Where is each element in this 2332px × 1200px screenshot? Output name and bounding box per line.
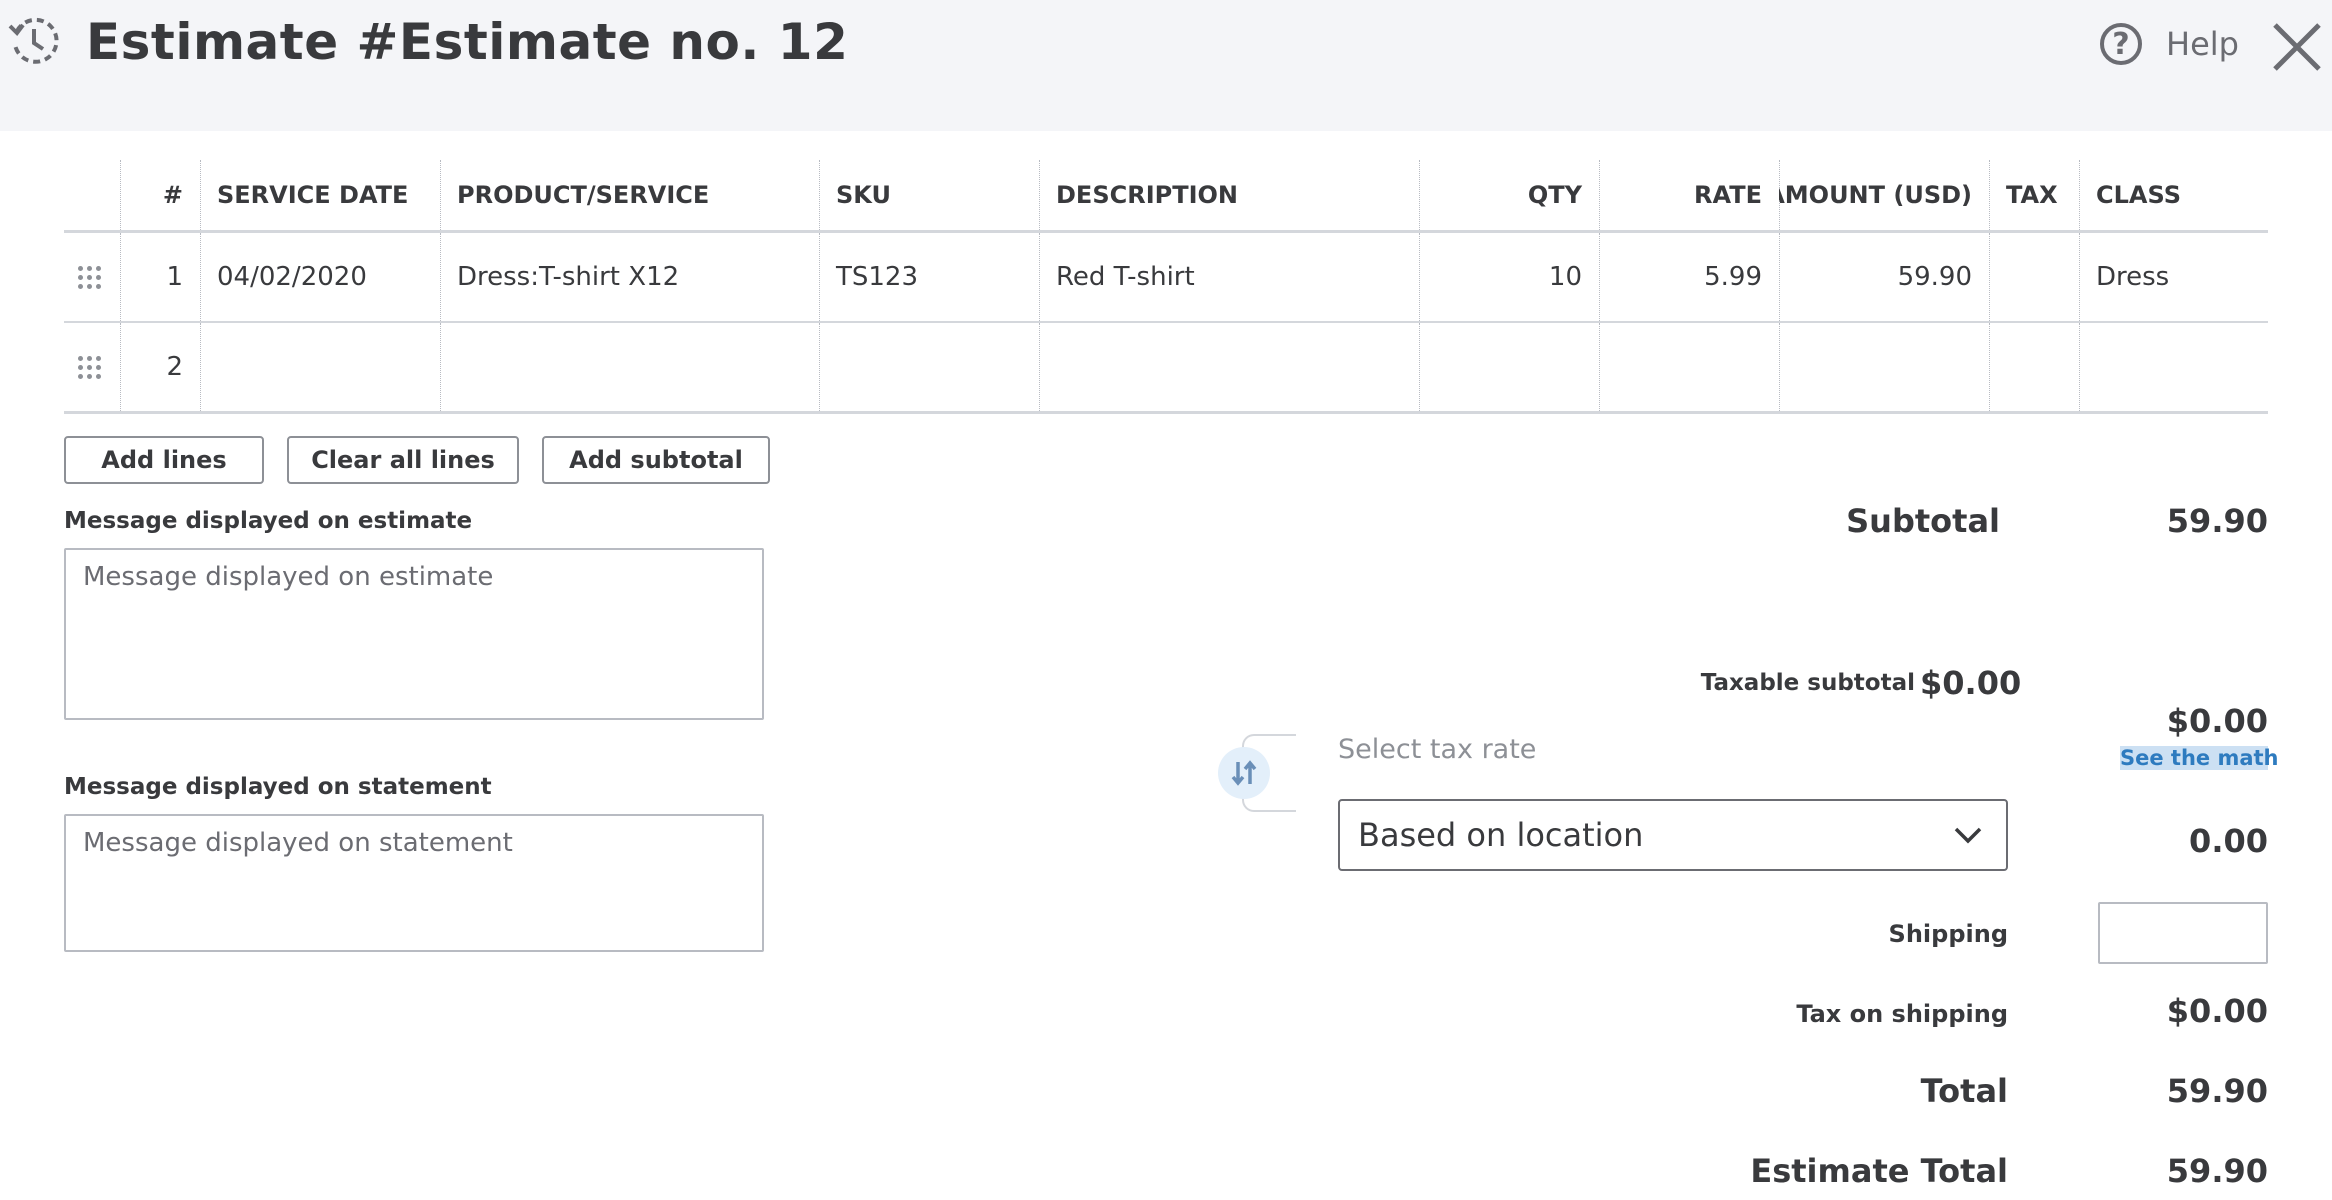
add-lines-button[interactable]: Add lines [64, 436, 264, 484]
help-button[interactable]: ? Help [2100, 18, 2239, 70]
total-value: 59.90 [2166, 1072, 2268, 1110]
column-header-number: # [162, 181, 183, 209]
taxable-subtotal-label: Taxable subtotal [1700, 670, 1915, 696]
tax-cell[interactable] [1989, 323, 2079, 411]
class-cell[interactable]: Dress [2079, 233, 2268, 321]
class-cell[interactable] [2079, 323, 2268, 411]
column-header-description: DESCRIPTION [1056, 181, 1239, 209]
chevron-down-icon [1954, 827, 1982, 844]
estimate-total-label: Estimate Total [1750, 1152, 2008, 1190]
estimate-total-value: 59.90 [2166, 1152, 2268, 1190]
shipping-input[interactable] [2098, 902, 2268, 964]
column-header-qty: QTY [1527, 181, 1582, 209]
column-header-sku: SKU [836, 181, 891, 209]
description-cell[interactable]: Red T-shirt [1039, 233, 1419, 321]
table-row[interactable]: 2 [64, 323, 2268, 414]
column-header-tax: TAX [2006, 181, 2058, 209]
estimate-message-label: Message displayed on estimate [64, 508, 473, 534]
total-label: Total [1920, 1072, 2008, 1110]
service-date-cell[interactable]: 04/02/2020 [200, 233, 440, 321]
subtotal-value: 59.90 [2166, 502, 2268, 540]
column-header-rate: RATE [1694, 181, 1762, 209]
table-row[interactable]: 1 04/02/2020 Dress:T-shirt X12 TS123 Red… [64, 233, 2268, 323]
service-date-cell[interactable] [200, 323, 440, 411]
see-the-math-link[interactable]: See the math [2120, 746, 2279, 770]
history-icon[interactable] [7, 14, 61, 68]
shipping-label: Shipping [1888, 920, 2008, 948]
column-header-product-service: PRODUCT/SERVICE [457, 181, 710, 209]
tax-rate-selected: Based on location [1358, 816, 1644, 854]
column-header-class: CLASS [2096, 181, 2181, 209]
subtotal-label: Subtotal [1846, 502, 2000, 540]
qty-cell[interactable] [1419, 323, 1599, 411]
product-service-cell[interactable] [440, 323, 819, 411]
rate-cell[interactable] [1599, 323, 1779, 411]
tax-rate-dropdown[interactable]: Based on location [1338, 799, 2008, 871]
clear-all-lines-button[interactable]: Clear all lines [287, 436, 519, 484]
select-tax-rate-label: Select tax rate [1338, 734, 1537, 765]
amount-cell[interactable] [1779, 323, 1989, 411]
tax-on-shipping-label: Tax on shipping [1796, 1000, 2008, 1028]
tax-amount-value: $0.00 [2166, 702, 2268, 740]
tax-value: 0.00 [2189, 822, 2268, 860]
page-header: Estimate #Estimate no. 12 ? Help [0, 0, 2332, 131]
table-header: # SERVICE DATE PRODUCT/SERVICE SKU DESCR… [64, 160, 2268, 233]
product-service-cell[interactable]: Dress:T-shirt X12 [440, 233, 819, 321]
close-icon[interactable] [2272, 22, 2322, 72]
row-number: 1 [166, 262, 183, 292]
qty-cell[interactable]: 10 [1419, 233, 1599, 321]
taxable-subtotal-value: $0.00 [1920, 664, 2022, 702]
description-cell[interactable] [1039, 323, 1419, 411]
help-label: Help [2166, 25, 2239, 63]
estimate-message-field[interactable] [64, 548, 764, 720]
help-icon: ? [2100, 23, 2142, 65]
sku-cell[interactable] [819, 323, 1039, 411]
statement-message-label: Message displayed on statement [64, 774, 492, 800]
amount-cell[interactable]: 59.90 [1779, 233, 1989, 321]
column-header-service-date: SERVICE DATE [217, 181, 409, 209]
add-subtotal-button[interactable]: Add subtotal [542, 436, 770, 484]
drag-handle-icon[interactable] [64, 323, 120, 411]
swap-icon[interactable] [1218, 747, 1270, 799]
tax-on-shipping-value: $0.00 [2166, 992, 2268, 1030]
rate-cell[interactable]: 5.99 [1599, 233, 1779, 321]
page-title: Estimate #Estimate no. 12 [86, 13, 849, 71]
column-header-amount: AMOUNT (USD) [1779, 181, 1972, 209]
line-items-table: # SERVICE DATE PRODUCT/SERVICE SKU DESCR… [64, 160, 2268, 414]
drag-handle-icon[interactable] [64, 233, 120, 321]
sku-cell[interactable]: TS123 [819, 233, 1039, 321]
statement-message-field[interactable] [64, 814, 764, 952]
tax-cell[interactable] [1989, 233, 2079, 321]
row-number: 2 [166, 352, 183, 382]
